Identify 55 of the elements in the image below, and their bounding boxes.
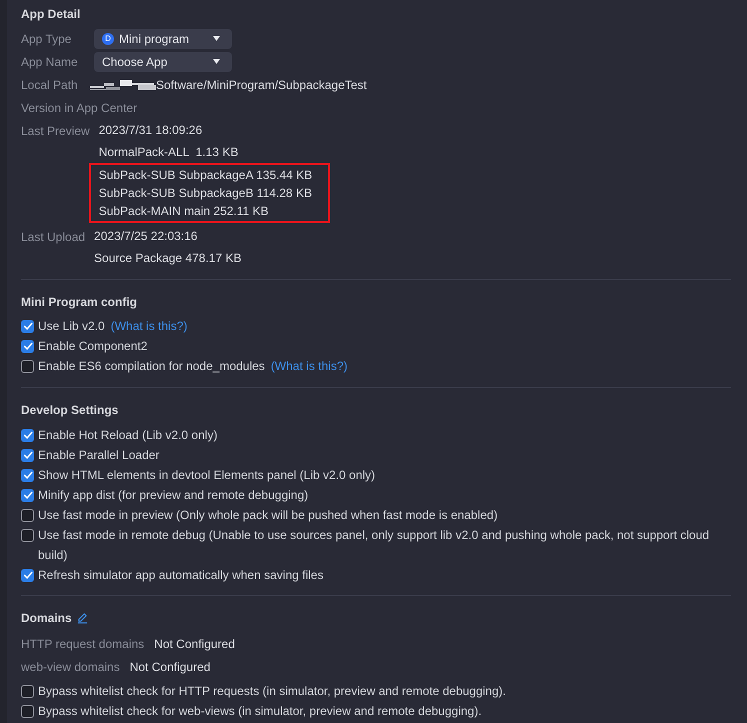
checkbox[interactable]: [21, 568, 34, 582]
field-label: App Type: [21, 30, 72, 48]
edit-icon[interactable]: [76, 612, 88, 624]
checkbox[interactable]: [21, 320, 34, 332]
section-title: App Detail: [21, 6, 82, 22]
option-label: Use Lib v2.0: [38, 318, 105, 335]
field-value: 2023/7/25 22:03:16: [94, 228, 198, 245]
field-label: Version in App Center: [21, 100, 138, 116]
letter-badge: D: [102, 32, 114, 44]
checkbox[interactable]: [21, 448, 34, 462]
package-size-text: SubPack-SUB SubpackageA 135.44 KB: [98, 167, 312, 184]
field-label: Last Preview: [21, 122, 90, 140]
field-label: App Name: [21, 54, 79, 70]
option-label: Use fast mode in preview (Only whole pack will be pushed when fast mode is enabled): [38, 507, 498, 524]
check-icon: [22, 570, 32, 580]
field-value: Software/MiniProgram/SubpackageTest: [156, 76, 367, 94]
help-link[interactable]: (What is this?): [270, 356, 348, 376]
dropdown[interactable]: Choose App: [94, 52, 232, 72]
section-title: Develop Settings: [21, 402, 120, 418]
checkbox[interactable]: [21, 704, 34, 718]
option-label: Bypass whitelist check for HTTP requests (in simulator, preview and remote debugging).: [38, 683, 506, 700]
caret-icon: [213, 36, 220, 41]
checkbox[interactable]: [21, 508, 34, 522]
section-title: Domains: [21, 610, 72, 626]
field-value: Not Configured: [154, 636, 235, 652]
option-label: Bypass whitelist check for web-views (in simulator, preview and remote debugging).: [38, 703, 482, 720]
option-label: Minify app dist (for preview and remote debugging): [38, 487, 308, 504]
package-size-text: Source Package 478.17 KB: [94, 250, 242, 267]
field-value: Not Configured: [130, 658, 210, 676]
help-link[interactable]: (What is this?): [110, 316, 188, 336]
checkbox[interactable]: [21, 468, 34, 482]
caret-icon: [213, 59, 220, 64]
checkbox[interactable]: [21, 360, 34, 372]
checkbox[interactable]: [21, 528, 34, 542]
option-label: Enable Parallel Loader: [38, 447, 160, 464]
option-label: Enable Component2: [38, 338, 148, 355]
checkbox[interactable]: [21, 428, 34, 442]
option-label: Show HTML elements in devtool Elements panel (Lib v2.0 only): [38, 467, 376, 484]
option-label: Use fast mode in remote debug (Unable to use sources panel, only support lib v2.0 and pushing whole pack, not support cloud build): [38, 527, 710, 564]
package-size-text: SubPack-MAIN main 252.11 KB: [98, 203, 270, 220]
package-size-text: SubPack-SUB SubpackageB 114.28 KB: [98, 185, 312, 202]
option-label: Enable Hot Reload (Lib v2.0 only): [38, 427, 218, 444]
field-label: Local Path: [21, 76, 79, 94]
field-label: web-view domains: [21, 658, 120, 676]
checkbox[interactable]: [21, 488, 34, 502]
field-label: Last Upload: [21, 228, 86, 246]
checkbox[interactable]: [21, 684, 34, 698]
option-label: Enable ES6 compilation for node_modules: [38, 358, 265, 375]
field-label: HTTP request domains: [21, 636, 144, 652]
dropdown[interactable]: D Mini program: [94, 28, 232, 48]
section-title: Mini Program config: [21, 294, 138, 310]
option-label: Refresh simulator app automatically when saving files: [38, 567, 324, 584]
field-value: 2023/7/31 18:09:26: [98, 122, 204, 139]
package-size-text: NormalPack-ALL 1.13 KB: [98, 144, 240, 161]
checkbox[interactable]: [21, 340, 34, 352]
